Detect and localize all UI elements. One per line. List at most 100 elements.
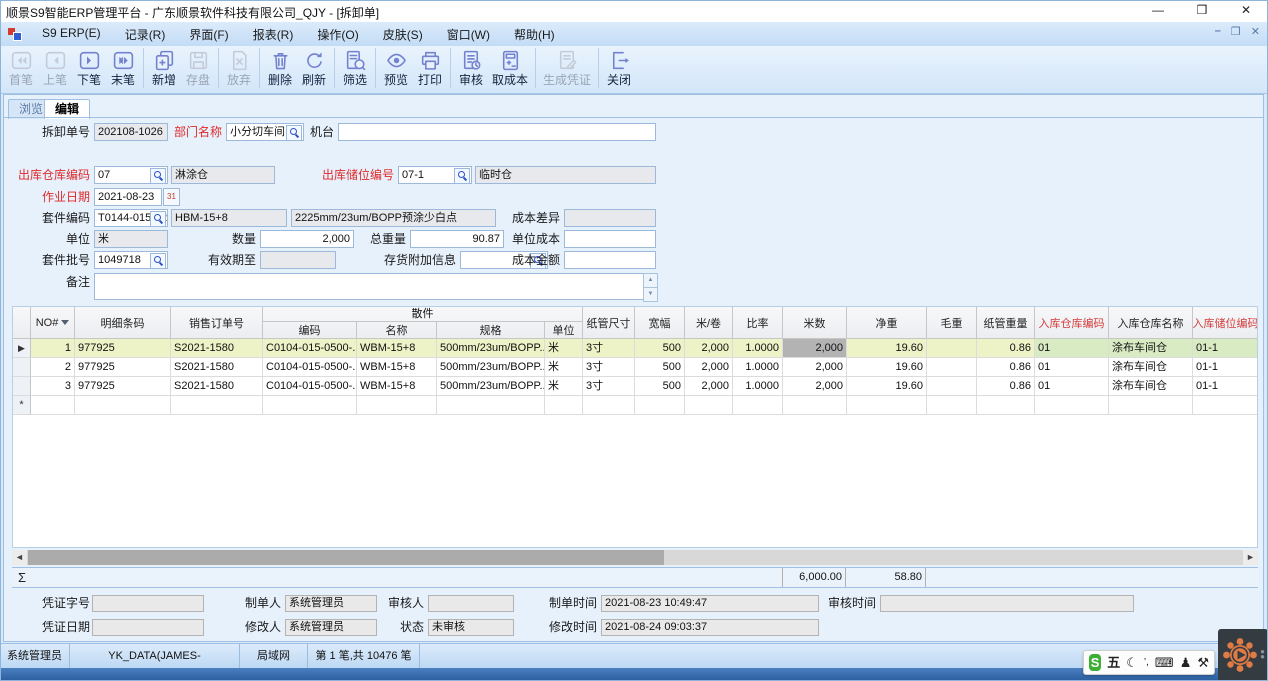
grid-cell[interactable]: 涂布车间仓 xyxy=(1109,358,1193,377)
filter-icon[interactable] xyxy=(61,320,69,325)
grid-cell[interactable]: 3 xyxy=(31,377,75,396)
grid-cell[interactable]: 500 xyxy=(635,377,685,396)
out-wh-code-field[interactable]: 07 xyxy=(94,166,168,184)
tab-edit[interactable]: 编辑 xyxy=(44,99,90,119)
grid-cell[interactable]: 米 xyxy=(545,358,583,377)
keyboard-icon[interactable]: ⌨ xyxy=(1155,652,1174,674)
kit-batch-lookup-icon[interactable] xyxy=(150,253,166,269)
grid-cell[interactable]: C0104-015-0500-... xyxy=(263,377,357,396)
table-row[interactable]: 2977925S2021-1580C0104-015-0500-...WBM-1… xyxy=(13,358,1258,377)
grid-cell[interactable]: 500 xyxy=(635,339,685,358)
grid-cell[interactable]: 19.60 xyxy=(847,358,927,377)
grid-cell[interactable]: 2,000 xyxy=(783,339,847,358)
grid-cell-empty[interactable] xyxy=(263,396,357,415)
grid-cell[interactable]: 3寸 xyxy=(583,358,635,377)
mdi-minimize-icon[interactable]: – xyxy=(1215,25,1221,38)
mdi-restore-icon[interactable]: ❒ xyxy=(1231,25,1241,38)
grid-cell[interactable]: 19.60 xyxy=(847,377,927,396)
grid-column-header-14[interactable]: 纸管重量 xyxy=(977,307,1035,339)
scroll-right-icon[interactable]: ► xyxy=(1243,550,1258,565)
grid-cell-empty[interactable] xyxy=(1109,396,1193,415)
grid-cell[interactable] xyxy=(927,358,977,377)
out-wh-code-lookup-icon[interactable] xyxy=(150,168,166,184)
grid-cell[interactable]: 977925 xyxy=(75,339,171,358)
grid-column-header-6[interactable]: 单位 xyxy=(545,322,583,339)
grid-cell-empty[interactable] xyxy=(583,396,635,415)
grid-column-header-8[interactable]: 宽幅 xyxy=(635,307,685,339)
calendar-icon[interactable]: 31 xyxy=(163,188,180,206)
grid-cell[interactable]: 0.86 xyxy=(977,339,1035,358)
ime-logo-icon[interactable]: S xyxy=(1089,654,1101,671)
grid-column-header-9[interactable]: 米/卷 xyxy=(685,307,733,339)
toolbar-button-2[interactable]: 下笔 xyxy=(72,46,106,91)
grid-cell[interactable]: S2021-1580 xyxy=(171,339,263,358)
grid-column-header-15[interactable]: 入库仓库编码 xyxy=(1035,307,1109,339)
grid-cell[interactable]: 涂布车间仓 xyxy=(1109,339,1193,358)
grid-column-header-3[interactable]: 编码 xyxy=(263,322,357,339)
grid-cell[interactable]: 01 xyxy=(1035,377,1109,396)
grid-cell[interactable]: 2,000 xyxy=(685,358,733,377)
floating-widget[interactable]: ●● xyxy=(1218,629,1268,681)
grid-cell[interactable]: 米 xyxy=(545,377,583,396)
grid-cell[interactable]: 500mm/23um/BOPP... xyxy=(437,358,545,377)
toolbar-button-13[interactable]: 取成本 xyxy=(488,46,532,91)
toolbar-button-15[interactable]: 关闭 xyxy=(602,46,636,91)
moon-icon[interactable]: ☾ xyxy=(1126,652,1138,674)
table-row[interactable]: 3977925S2021-1580C0104-015-0500-...WBM-1… xyxy=(13,377,1258,396)
work-date-field[interactable]: 2021-08-23 xyxy=(94,188,162,206)
grid-cell[interactable] xyxy=(927,377,977,396)
mdi-close-icon[interactable]: ✕ xyxy=(1251,25,1260,38)
cost-amount-field[interactable] xyxy=(564,251,656,269)
grid-cell[interactable]: C0104-015-0500-... xyxy=(263,339,357,358)
grid-cell-empty[interactable] xyxy=(733,396,783,415)
grid-cell-empty[interactable] xyxy=(685,396,733,415)
grid-column-header-16[interactable]: 入库仓库名称 xyxy=(1109,307,1193,339)
grid-cell[interactable]: 977925 xyxy=(75,377,171,396)
grid-cell[interactable]: 01-1 xyxy=(1193,358,1258,377)
grid-cell[interactable]: 1.0000 xyxy=(733,339,783,358)
grid-cell[interactable]: 500mm/23um/BOPP... xyxy=(437,377,545,396)
grid-cell-empty[interactable] xyxy=(1035,396,1109,415)
kit-code-field[interactable]: T0144-015-2225 xyxy=(94,209,168,227)
toolbar-button-3[interactable]: 末笔 xyxy=(106,46,140,91)
dept-field[interactable]: 小分切车间 xyxy=(226,123,304,141)
remark-scroll-up-icon[interactable]: ▲ xyxy=(643,273,658,288)
grid-cell-empty[interactable] xyxy=(1193,396,1258,415)
grid-cell[interactable]: 1.0000 xyxy=(733,377,783,396)
grid-cell[interactable]: 01-1 xyxy=(1193,339,1258,358)
menu-item-7[interactable]: 帮助(H) xyxy=(502,23,567,46)
grid-cell[interactable]: 19.60 xyxy=(847,339,927,358)
unit-cost-field[interactable] xyxy=(564,230,656,248)
grid-column-header-2[interactable]: 销售订单号 xyxy=(171,307,263,339)
grid-cell-empty[interactable] xyxy=(635,396,685,415)
grid-cell[interactable]: 01-1 xyxy=(1193,377,1258,396)
grid-cell[interactable]: 涂布车间仓 xyxy=(1109,377,1193,396)
grid-cell[interactable]: WBM-15+8 xyxy=(357,339,437,358)
grid-column-header-7[interactable]: 纸管尺寸 xyxy=(583,307,635,339)
remark-field[interactable] xyxy=(94,273,656,300)
toolbar-button-7[interactable]: 删除 xyxy=(263,46,297,91)
kit-code-lookup-icon[interactable] xyxy=(150,211,166,227)
grid-cell[interactable]: 0.86 xyxy=(977,377,1035,396)
grid-hscrollbar[interactable]: ◄ ► xyxy=(12,550,1258,565)
grid-cell[interactable]: 2,000 xyxy=(783,358,847,377)
toolbar-button-8[interactable]: 刷新 xyxy=(297,46,331,91)
toolbar-button-4[interactable]: 新增 xyxy=(147,46,181,91)
grid-cell-empty[interactable] xyxy=(75,396,171,415)
grid-cell[interactable]: S2021-1580 xyxy=(171,358,263,377)
out-loc-code-lookup-icon[interactable] xyxy=(454,168,470,184)
kit-batch-field[interactable]: 1049718 xyxy=(94,251,168,269)
grid-cell-empty[interactable] xyxy=(783,396,847,415)
qty-field[interactable]: 2,000 xyxy=(260,230,354,248)
grid-cell[interactable]: WBM-15+8 xyxy=(357,377,437,396)
grid-cell-empty[interactable] xyxy=(977,396,1035,415)
grid-cell-empty[interactable] xyxy=(357,396,437,415)
grid-cell[interactable]: 01 xyxy=(1035,358,1109,377)
grid-column-header-13[interactable]: 毛重 xyxy=(927,307,977,339)
grid-cell[interactable]: 米 xyxy=(545,339,583,358)
grid-cell[interactable]: 1 xyxy=(31,339,75,358)
grid-column-header-10[interactable]: 比率 xyxy=(733,307,783,339)
menu-item-2[interactable]: 界面(F) xyxy=(177,23,240,46)
minimize-icon[interactable]: — xyxy=(1136,0,1180,22)
grid-cell[interactable]: 01 xyxy=(1035,339,1109,358)
